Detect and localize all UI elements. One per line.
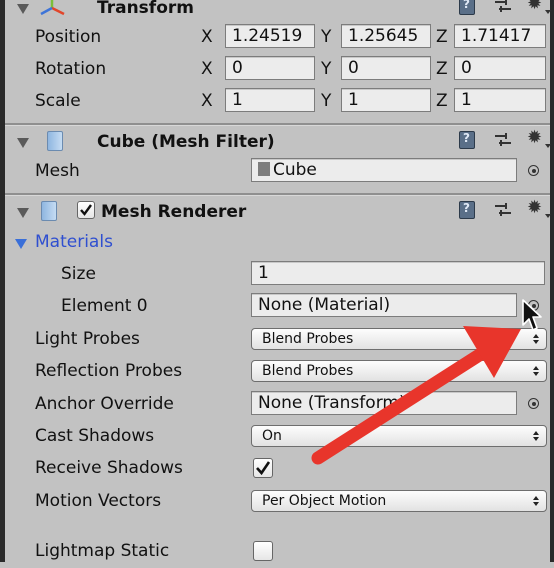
mouse-cursor-icon	[522, 299, 542, 331]
annotation-arrow	[311, 326, 521, 465]
annotation-arrow-head	[463, 326, 521, 378]
annotation-arrow-shaft	[311, 345, 491, 465]
